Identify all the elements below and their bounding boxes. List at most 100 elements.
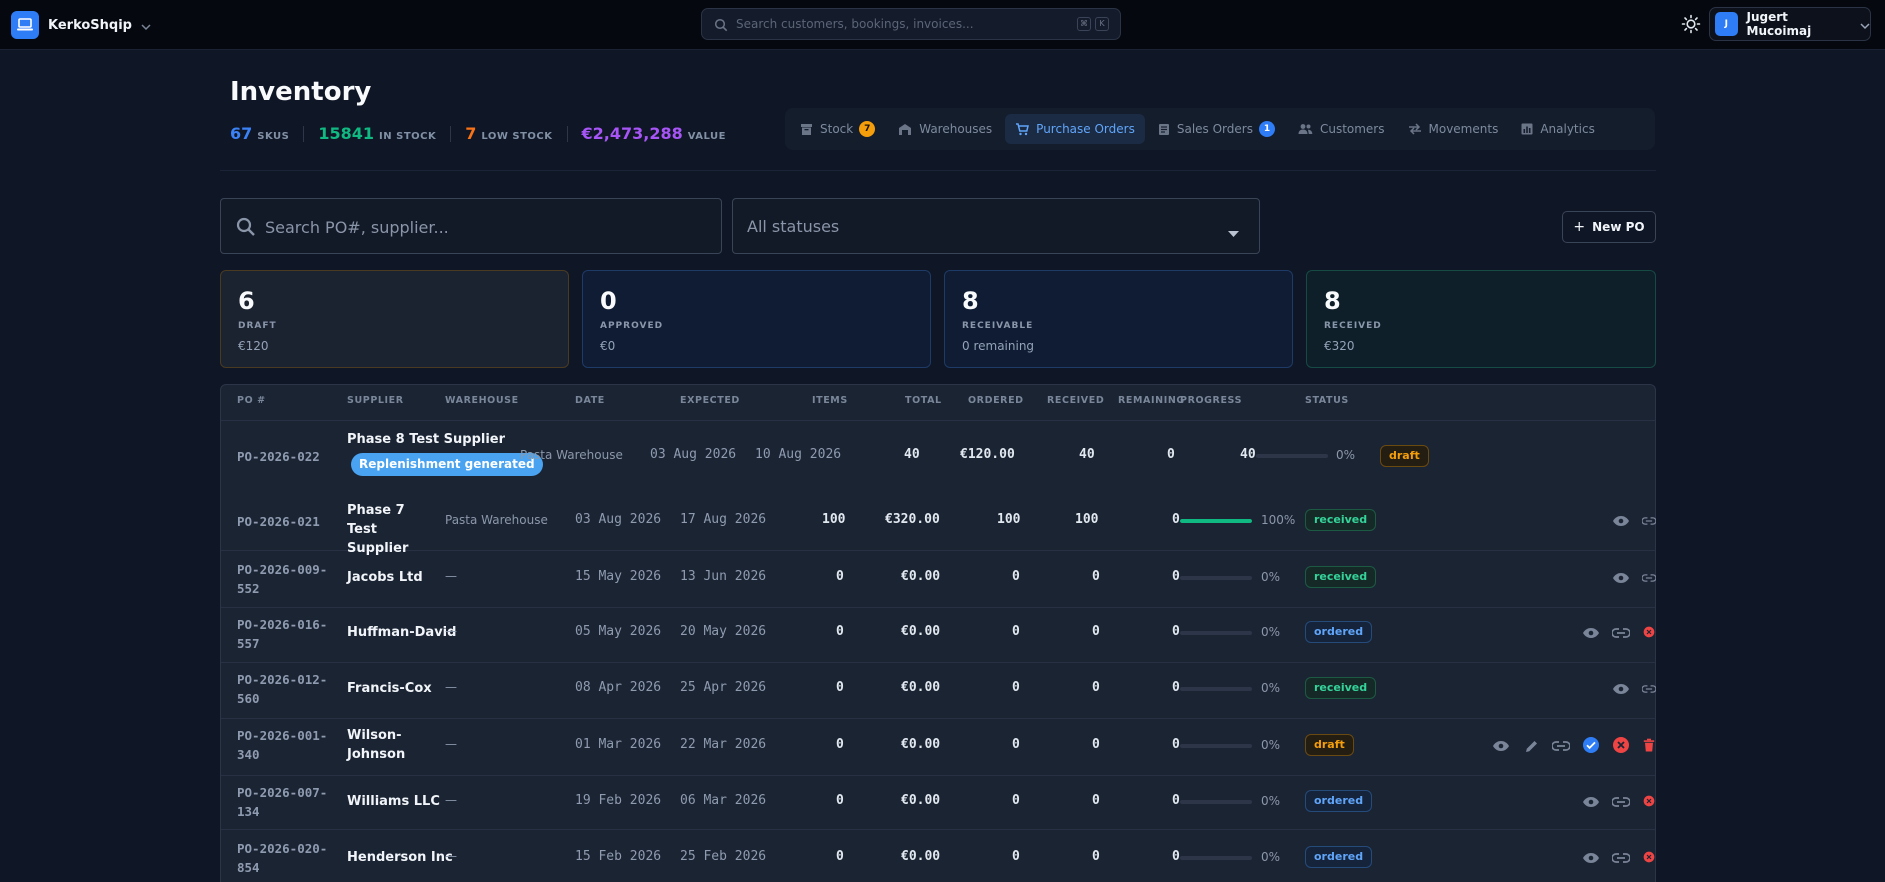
po-number[interactable]: PO-2026-001- 340	[237, 726, 327, 764]
col-header-po[interactable]: PO #	[237, 395, 266, 406]
cancel-icon[interactable]	[1643, 848, 1655, 866]
col-header-status[interactable]: STATUS	[1305, 395, 1349, 406]
po-number-line: PO-2026-007-	[237, 785, 328, 800]
cancel-icon[interactable]	[1643, 623, 1655, 641]
view-icon[interactable]	[1492, 737, 1510, 755]
remaining-qty: 0	[1172, 680, 1180, 695]
col-header-expected[interactable]: EXPECTED	[680, 395, 740, 406]
order-date: 19 Feb 2026	[575, 793, 662, 808]
card-approved[interactable]: 0 APPROVED €0	[582, 270, 931, 368]
po-search-input[interactable]	[265, 216, 705, 238]
col-header-total[interactable]: TOTAL	[905, 395, 942, 406]
delete-icon[interactable]	[1643, 736, 1655, 754]
view-icon[interactable]	[1612, 569, 1630, 587]
card-received[interactable]: 8 RECEIVED €320	[1306, 270, 1656, 368]
po-number[interactable]: PO-2026-021	[237, 512, 320, 531]
expected-date: 25 Apr 2026	[680, 680, 767, 695]
card-label: DRAFT	[238, 321, 277, 331]
tab-movements[interactable]: Movements	[1398, 114, 1509, 144]
total-amount: €0.00	[901, 793, 941, 808]
approve-icon[interactable]	[1582, 736, 1600, 754]
link-icon[interactable]	[1642, 569, 1656, 587]
po-number[interactable]: PO-2026-022	[237, 447, 320, 466]
po-number[interactable]: PO-2026-009- 552	[237, 560, 327, 598]
expected-date: 13 Jun 2026	[680, 569, 767, 584]
link-icon[interactable]	[1642, 680, 1656, 698]
view-icon[interactable]	[1582, 849, 1600, 867]
status-badge: ordered	[1305, 790, 1373, 812]
card-value: 8	[1324, 287, 1341, 315]
tab-label: Purchase Orders	[1036, 122, 1135, 136]
cancel-icon[interactable]	[1612, 736, 1630, 754]
stat-value: 67	[230, 124, 253, 143]
po-number[interactable]: PO-2026-016- 557	[237, 615, 327, 653]
cancel-icon[interactable]	[1643, 792, 1655, 810]
tab-warehouses[interactable]: Warehouses	[888, 114, 1002, 144]
divider	[303, 125, 305, 142]
total-amount: €120.00	[960, 447, 1015, 462]
tab-label: Stock	[820, 122, 854, 136]
edit-icon[interactable]	[1522, 737, 1540, 755]
row-divider	[221, 829, 1655, 830]
link-icon[interactable]	[1612, 849, 1630, 867]
link-icon[interactable]	[1612, 624, 1630, 642]
col-header-items[interactable]: ITEMS	[812, 395, 848, 406]
tab-customers[interactable]: Customers	[1288, 114, 1395, 144]
card-receivable[interactable]: 8 RECEIVABLE 0 remaining	[944, 270, 1293, 368]
supplier-name: Huffman-David	[347, 625, 457, 640]
items-count: 0	[836, 849, 844, 864]
tab-sales-orders[interactable]: Sales Orders 1	[1148, 114, 1285, 144]
remaining-qty: 40	[1240, 447, 1256, 462]
progress-bar	[1180, 856, 1252, 860]
tab-purchase-orders[interactable]: Purchase Orders	[1005, 114, 1145, 144]
view-icon[interactable]	[1582, 624, 1600, 642]
card-sub: €0	[600, 339, 616, 353]
swap-icon	[1408, 123, 1422, 135]
stat-label: LOW STOCK	[481, 131, 553, 142]
global-search[interactable]: ⌘ K	[701, 8, 1121, 40]
card-draft[interactable]: 6 DRAFT €120	[220, 270, 569, 368]
cart-icon	[1015, 122, 1030, 136]
po-number-line: PO-2026-020-	[237, 841, 328, 856]
view-icon[interactable]	[1612, 680, 1630, 698]
supplier-line: Wilson-	[347, 728, 402, 743]
workspace-switcher[interactable]: KerkoShqip	[11, 11, 151, 39]
col-header-progress[interactable]: PROGRESS	[1180, 395, 1242, 406]
ordered-qty: 0	[1012, 737, 1020, 752]
items-count: 0	[836, 737, 844, 752]
supplier-name: Williams LLC	[347, 794, 440, 809]
card-value: 0	[600, 287, 617, 315]
received-qty: 0	[1092, 793, 1100, 808]
link-icon[interactable]	[1612, 793, 1630, 811]
warehouse-icon	[898, 123, 912, 136]
chevron-down-icon	[141, 16, 151, 35]
col-header-received[interactable]: RECEIVED	[1047, 395, 1104, 406]
progress-bar	[1180, 800, 1252, 804]
tab-analytics[interactable]: Analytics	[1511, 114, 1605, 144]
status-filter-select[interactable]: All statuses	[732, 198, 1260, 254]
sun-icon[interactable]	[1680, 13, 1702, 35]
new-po-button[interactable]: + New PO	[1562, 211, 1656, 243]
po-number-line: PO-2026-001-	[237, 728, 328, 743]
po-search[interactable]	[220, 198, 722, 254]
col-header-ordered[interactable]: ORDERED	[968, 395, 1024, 406]
tab-stock[interactable]: Stock 7	[790, 114, 885, 144]
stat-value: 15841	[318, 124, 375, 143]
view-icon[interactable]	[1612, 512, 1630, 530]
user-menu-button[interactable]: J Jugert Mucoimaj	[1709, 7, 1871, 41]
stat-label: SKUS	[257, 131, 290, 142]
link-icon[interactable]	[1552, 737, 1570, 755]
po-number[interactable]: PO-2026-012- 560	[237, 670, 327, 708]
po-number[interactable]: PO-2026-007- 134	[237, 783, 327, 821]
expected-date: 17 Aug 2026	[680, 512, 767, 527]
link-icon[interactable]	[1642, 512, 1656, 530]
col-header-date[interactable]: DATE	[575, 395, 605, 406]
global-search-input[interactable]	[736, 15, 1066, 33]
col-header-supplier[interactable]: SUPPLIER	[347, 395, 404, 406]
view-icon[interactable]	[1582, 793, 1600, 811]
po-number[interactable]: PO-2026-020- 854	[237, 839, 327, 877]
col-header-warehouse[interactable]: WAREHOUSE	[445, 395, 519, 406]
col-header-remaining[interactable]: REMAINING	[1118, 395, 1185, 406]
po-number-line: 560	[237, 691, 260, 706]
row-divider	[221, 718, 1655, 719]
